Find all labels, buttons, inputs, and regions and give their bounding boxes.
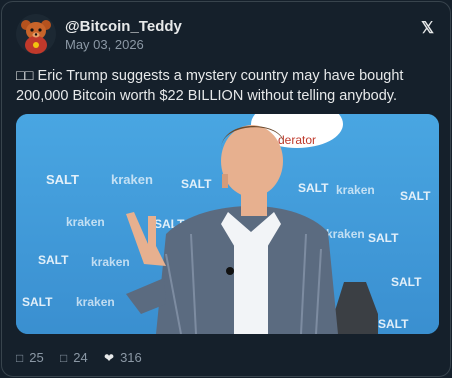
heart-icon: ❤ — [104, 350, 115, 365]
backdrop-word: SALT — [368, 231, 399, 245]
repost-icon: □ — [60, 350, 68, 365]
backdrop-word: kraken — [111, 172, 153, 187]
video-still: SALT kraken SALT SALT kraken SALT kraken… — [16, 114, 439, 334]
tweet-header: @Bitcoin_Teddy May 03, 2026 𝕏 — [16, 14, 436, 56]
reply-count-value: 25 — [29, 350, 44, 365]
backdrop-word: SALT — [391, 275, 422, 289]
repost-count-value: 24 — [73, 350, 88, 365]
like-count-value: 316 — [120, 350, 142, 365]
tweet-text: □□ Eric Trump suggests a mystery country… — [16, 66, 436, 106]
repost-count[interactable]: □ 24 — [60, 350, 88, 365]
avatar[interactable] — [16, 14, 56, 54]
post-date[interactable]: May 03, 2026 — [65, 37, 144, 52]
sign-text: derator — [278, 133, 316, 147]
tweet-text-line-1: □□ Eric Trump suggests a mystery country… — [16, 68, 404, 84]
tweet-text-line-2: 200,000 Bitcoin worth $22 BILLION withou… — [16, 88, 397, 104]
backdrop-word: SALT — [22, 295, 53, 309]
backdrop-word: SALT — [38, 253, 69, 267]
backdrop-word: kraken — [91, 255, 130, 269]
reply-count[interactable]: □ 25 — [16, 350, 44, 365]
backdrop-word: SALT — [400, 189, 431, 203]
backdrop-word: kraken — [326, 227, 365, 241]
backdrop-word: SALT — [46, 172, 79, 187]
backdrop-word: kraken — [336, 183, 375, 197]
tweet-media-image[interactable]: SALT kraken SALT SALT kraken SALT kraken… — [16, 114, 439, 334]
tweet-card: @Bitcoin_Teddy May 03, 2026 𝕏 □□ Eric Tr… — [1, 1, 451, 377]
backdrop-word: SALT — [378, 317, 409, 331]
backdrop-word: SALT — [181, 177, 212, 191]
like-count[interactable]: ❤ 316 — [104, 350, 142, 365]
backdrop-word: SALT — [298, 181, 329, 195]
backdrop-word: kraken — [66, 215, 105, 229]
teddy-bear-icon — [16, 14, 56, 54]
username[interactable]: @Bitcoin_Teddy — [65, 18, 182, 35]
x-logo-icon[interactable]: 𝕏 — [421, 18, 434, 38]
reply-icon: □ — [16, 350, 24, 365]
backdrop-word: kraken — [76, 295, 115, 309]
